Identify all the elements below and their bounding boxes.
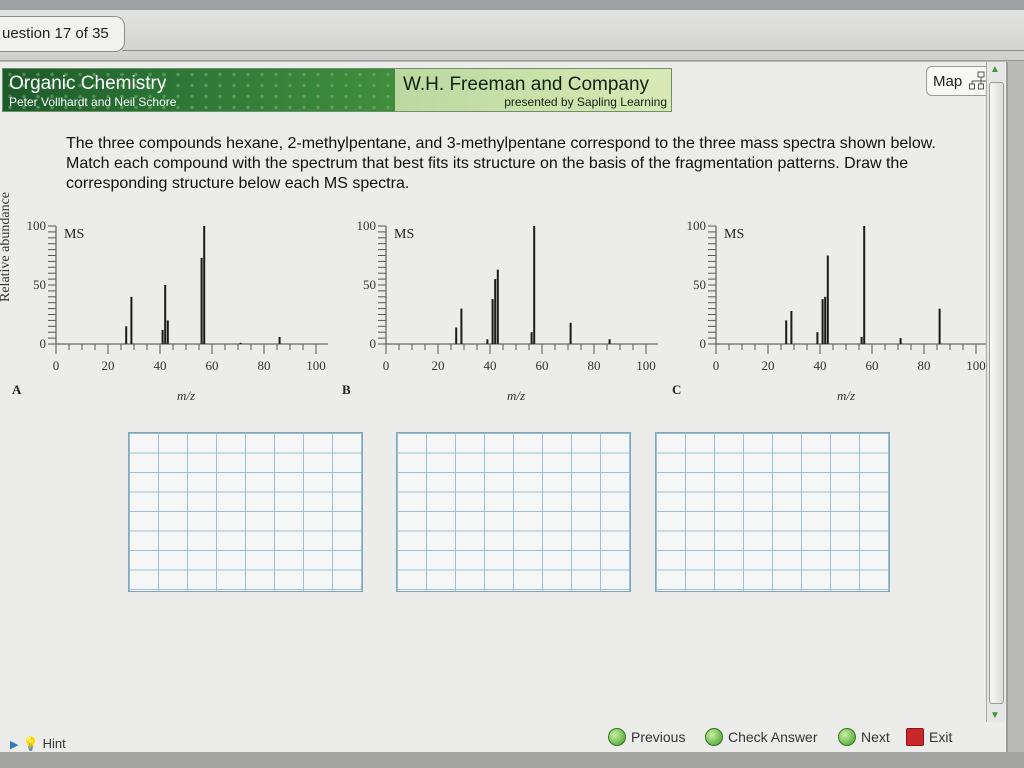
y-tick-label: 0 <box>700 336 707 351</box>
x-tick-label: 100 <box>636 358 656 373</box>
check-answer-label: Check Answer <box>728 729 818 745</box>
panel-letter: C <box>672 382 681 397</box>
spectrum-a-plot: 0 20 40 60 80 100 0 50 100 MS A m/z <box>12 218 328 403</box>
x-tick-label: 80 <box>258 358 271 373</box>
y-tick-label: 100 <box>27 218 47 233</box>
x-tick-label: 60 <box>536 358 549 373</box>
panel-letter: B <box>342 382 351 397</box>
x-tick-label: 40 <box>484 358 497 373</box>
y-tick-label: 0 <box>40 336 47 351</box>
exit-button[interactable]: Exit <box>906 728 952 746</box>
question-tab[interactable]: uestion 17 of 35 <box>0 16 125 52</box>
x-tick-label: 40 <box>814 358 827 373</box>
question-text: The three compounds hexane, 2-methylpent… <box>66 135 936 192</box>
expand-icon: ▶ <box>10 739 19 751</box>
chart-title: MS <box>724 227 744 242</box>
x-axis-label: m/z <box>177 388 195 403</box>
y-tick-label: 100 <box>687 218 707 233</box>
x-tick-label: 0 <box>53 358 60 373</box>
banner-title: Organic Chemistry <box>9 73 167 94</box>
window-bottom-edge <box>0 752 1024 768</box>
textbook-banner: Organic Chemistry Peter Vollhardt and Ne… <box>2 68 672 112</box>
vertical-scrollbar[interactable]: ▲ ▼ <box>986 62 1005 722</box>
x-tick-label: 80 <box>918 358 931 373</box>
spectrum-b-plot: 0 20 40 60 80 100 0 50 100 MS B m/z <box>342 218 658 403</box>
x-axis-label: m/z <box>507 388 525 403</box>
y-tick-label: 50 <box>33 277 46 292</box>
assignment-panel: Organic Chemistry Peter Vollhardt and Ne… <box>0 62 1008 752</box>
hint-button[interactable]: ▶ 💡 Hint <box>10 736 66 752</box>
drawing-canvas-c[interactable] <box>655 432 890 592</box>
x-tick-label: 20 <box>762 358 775 373</box>
x-tick-label: 20 <box>102 358 115 373</box>
publisher-block: W.H. Freeman and Company presented by Sa… <box>395 69 671 111</box>
next-button[interactable]: Next <box>838 728 890 746</box>
x-tick-label: 80 <box>588 358 601 373</box>
exit-icon <box>906 728 924 746</box>
next-label: Next <box>861 729 890 745</box>
x-tick-label: 40 <box>154 358 167 373</box>
x-tick-label: 100 <box>966 358 986 373</box>
scroll-up-icon[interactable]: ▲ <box>990 64 1000 75</box>
x-tick-label: 60 <box>866 358 879 373</box>
map-button-label: Map <box>933 73 963 90</box>
y-tick-label: 50 <box>363 277 376 292</box>
panel-letter: A <box>12 382 22 397</box>
x-axis-label: m/z <box>837 388 855 403</box>
previous-button[interactable]: Previous <box>608 728 685 746</box>
x-tick-label: 20 <box>432 358 445 373</box>
lightbulb-icon: 💡 <box>22 736 39 751</box>
hint-label: Hint <box>42 736 66 751</box>
publisher-name: W.H. Freeman and Company <box>403 74 650 95</box>
x-tick-label: 0 <box>713 358 720 373</box>
chart-title: MS <box>64 227 84 242</box>
exit-label: Exit <box>929 729 953 745</box>
drawing-canvas-a[interactable] <box>128 432 363 592</box>
scroll-down-icon[interactable]: ▼ <box>990 710 1000 721</box>
y-tick-label: 50 <box>693 277 706 292</box>
next-icon <box>838 728 856 746</box>
scrollbar-thumb[interactable] <box>989 82 1004 704</box>
x-tick-label: 100 <box>306 358 326 373</box>
previous-label: Previous <box>631 729 686 745</box>
x-tick-label: 0 <box>383 358 390 373</box>
check-icon <box>705 728 723 746</box>
y-tick-label: 100 <box>357 218 377 233</box>
spectrum-c-plot: 0 20 40 60 80 100 0 50 100 MS C m/z <box>672 218 988 403</box>
tab-bar: uestion 17 of 35 <box>0 10 1024 61</box>
chart-title: MS <box>394 227 414 242</box>
previous-icon <box>608 728 626 746</box>
check-answer-button[interactable]: Check Answer <box>705 728 817 746</box>
x-tick-label: 60 <box>206 358 219 373</box>
publisher-subtitle: presented by Sapling Learning <box>504 95 667 109</box>
y-tick-label: 0 <box>370 336 377 351</box>
tab-divider <box>122 50 1024 51</box>
banner-authors: Peter Vollhardt and Neil Schore <box>9 95 177 109</box>
drawing-canvas-b[interactable] <box>396 432 631 592</box>
window-top-strip <box>0 0 1024 10</box>
